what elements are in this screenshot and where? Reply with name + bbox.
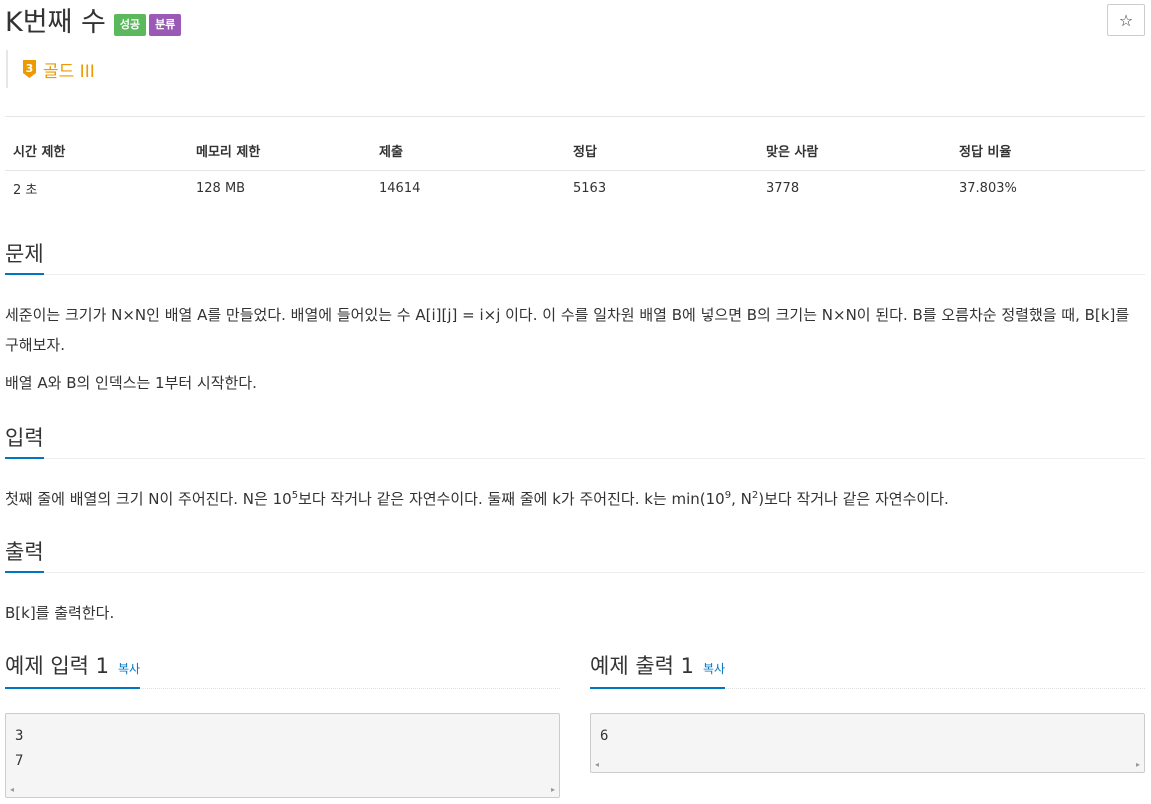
output-paragraph: B[k]를 출력한다. (5, 604, 115, 622)
tier-label[interactable]: 골드 III (43, 57, 95, 82)
header-accepted: 정답 (565, 116, 758, 171)
sample-output-heading: 예제 출력 1 (590, 654, 694, 678)
info-value-row: 2 초 128 MB 14614 5163 3778 37.803% (5, 171, 1145, 207)
header-submissions: 제출 (371, 116, 565, 171)
value-accept-ratio: 37.803% (959, 181, 1017, 197)
sample-input-content: 3 7 (15, 728, 24, 769)
description-paragraph-1: 세준이는 크기가 N×N인 배열 A를 만들었다. 배열에 들어있는 수 A[i… (5, 306, 1130, 354)
sample-input-box[interactable]: 3 7 ◂ ▸ (5, 713, 560, 798)
value-accepted[interactable]: 5163 (565, 171, 758, 207)
section-input: 입력 첫째 줄에 배열의 크기 N이 주어진다. N은 105보다 작거나 같은… (5, 420, 1145, 514)
output-body: B[k]를 출력한다. (5, 573, 1145, 628)
section-description: 문제 세준이는 크기가 N×N인 배열 A를 만들었다. 배열에 들어있는 수 … (5, 236, 1145, 398)
description-paragraph-2: 배열 A와 B의 인덱스는 1부터 시작한다. (5, 374, 257, 392)
value-submissions[interactable]: 14614 (371, 171, 565, 207)
description-body: 세준이는 크기가 N×N인 배열 A를 만들었다. 배열에 들어있는 수 A[i… (5, 275, 1145, 398)
gold-tier-icon: 3 (23, 60, 36, 78)
page-title: K번째 수 (5, 7, 106, 38)
problem-info-table: 시간 제한 메모리 제한 제출 정답 맞은 사람 정답 비율 2 초 128 M… (5, 116, 1145, 207)
scroll-left-icon[interactable]: ◂ (10, 785, 14, 794)
heading-input: 입력 (5, 423, 44, 459)
sample-input-heading: 예제 입력 1 (5, 654, 109, 678)
header-memory-limit: 메모리 제한 (188, 116, 371, 171)
sample-output-head: 예제 출력 1 복사 (590, 648, 1145, 689)
sample-output-content: 6 (600, 728, 609, 744)
tier-number: 3 (26, 62, 34, 75)
heading-description: 문제 (5, 239, 44, 275)
info-header-row: 시간 제한 메모리 제한 제출 정답 맞은 사람 정답 비율 (5, 116, 1145, 171)
section-output: 출력 B[k]를 출력한다. (5, 534, 1145, 628)
input-paragraph: 첫째 줄에 배열의 크기 N이 주어진다. N은 105보다 작거나 같은 자연… (5, 490, 949, 508)
header-solvers: 맞은 사람 (758, 116, 951, 171)
sample-input-head: 예제 입력 1 복사 (5, 648, 560, 689)
sample-input: 예제 입력 1 복사 3 7 ◂ ▸ (5, 648, 560, 798)
value-time-limit: 2 초 (13, 183, 38, 199)
header-time-limit: 시간 제한 (5, 116, 188, 171)
sample-output-box[interactable]: 6 ◂ ▸ (590, 713, 1145, 773)
section-head-description: 문제 (5, 236, 1145, 275)
scroll-right-icon[interactable]: ▸ (551, 785, 555, 794)
sample-output-scrollbar[interactable]: ◂ ▸ (591, 757, 1144, 772)
status-badge-success[interactable]: 성공 (113, 14, 147, 36)
copy-sample-output-button[interactable]: 복사 (703, 660, 725, 677)
section-head-input: 입력 (5, 420, 1145, 459)
sample-output: 예제 출력 1 복사 6 ◂ ▸ (590, 648, 1145, 773)
value-memory-limit: 128 MB (196, 181, 246, 197)
section-head-output: 출력 (5, 534, 1145, 573)
star-button[interactable]: ☆ (1107, 4, 1145, 36)
header-accept-ratio: 정답 비율 (951, 116, 1145, 171)
scroll-right-icon[interactable]: ▸ (1136, 760, 1140, 769)
value-solvers[interactable]: 3778 (758, 171, 951, 207)
copy-sample-input-button[interactable]: 복사 (118, 660, 140, 677)
scroll-left-icon[interactable]: ◂ (595, 760, 599, 769)
heading-output: 출력 (5, 537, 44, 573)
sample-input-scrollbar[interactable]: ◂ ▸ (6, 782, 559, 797)
badge-category[interactable]: 분류 (149, 14, 182, 36)
title-row: K번째 수 성공 분류 (5, 6, 184, 40)
input-body: 첫째 줄에 배열의 크기 N이 주어진다. N은 105보다 작거나 같은 자연… (5, 459, 1145, 514)
problem-page: K번째 수 성공 분류 ☆ 3 골드 III 시간 제한 메모리 제한 제출 정… (0, 0, 1151, 804)
tier-box: 3 골드 III (6, 50, 95, 88)
star-icon: ☆ (1118, 10, 1134, 30)
